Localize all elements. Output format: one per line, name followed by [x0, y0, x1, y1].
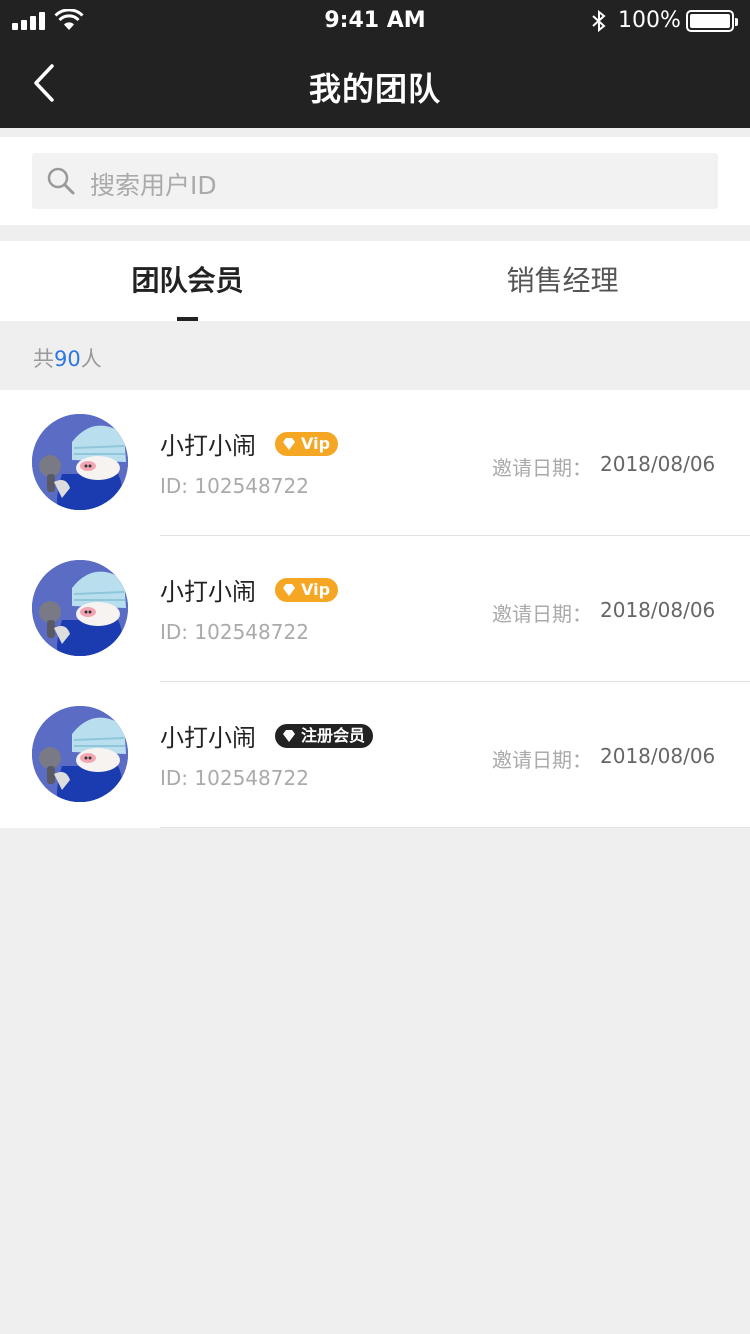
registered-badge: 注册会员 [275, 724, 374, 748]
badge-label: 注册会员 [301, 726, 366, 745]
row-divider [160, 827, 750, 828]
vip-badge: Vip [275, 432, 339, 456]
list-item[interactable]: 小打小闹 Vip ID: 102548722 邀请日期： 2018/08/06 [0, 390, 750, 536]
search-section: 搜索用户ID [0, 137, 750, 225]
badge-label: Vip [301, 580, 331, 599]
diamond-icon [283, 730, 295, 742]
header: 9:41 AM 100% 我的团队 [0, 0, 750, 128]
search-placeholder: 搜索用户ID [90, 171, 217, 200]
bluetooth-icon [592, 9, 606, 33]
member-id: ID: 102548722 [160, 474, 309, 498]
battery-icon [686, 10, 738, 32]
badge-label: Vip [301, 434, 331, 453]
list-item[interactable]: 小打小闹 注册会员 ID: 102548722 邀请日期： 2018/08/06 [0, 682, 750, 828]
invite-date: 2018/08/06 [600, 452, 716, 476]
tab-bar: 团队会员 销售经理 [0, 241, 750, 321]
member-name: 小打小闹 [160, 578, 256, 606]
list-item[interactable]: 小打小闹 Vip ID: 102548722 邀请日期： 2018/08/06 [0, 536, 750, 682]
member-name: 小打小闹 [160, 724, 256, 752]
vip-badge: Vip [275, 578, 339, 602]
search-icon [47, 167, 75, 195]
avatar [32, 414, 128, 510]
avatar [32, 706, 128, 802]
count-prefix: 共 [33, 347, 54, 371]
battery-percentage: 100% [618, 8, 681, 33]
member-name: 小打小闹 [160, 432, 256, 460]
member-count: 共90人 [33, 343, 102, 373]
count-suffix: 人 [80, 347, 102, 371]
page-title: 我的团队 [308, 70, 441, 108]
invite-date-label: 邀请日期： [492, 456, 592, 480]
member-id: ID: 102548722 [160, 766, 309, 790]
search-input[interactable]: 搜索用户ID [32, 153, 718, 209]
invite-date: 2018/08/06 [600, 744, 716, 768]
invite-date-label: 邀请日期： [492, 748, 592, 772]
diamond-icon [283, 438, 295, 450]
invite-date-label: 邀请日期： [492, 602, 592, 626]
member-count-bar: 共90人 [0, 321, 750, 390]
avatar [32, 560, 128, 656]
tab-team-members[interactable]: 团队会员 [0, 241, 375, 321]
status-bar: 9:41 AM 100% [0, 0, 750, 40]
nav-bar: 我的团队 [0, 40, 750, 128]
count-number: 90 [54, 347, 81, 371]
diamond-icon [283, 584, 295, 596]
member-id: ID: 102548722 [160, 620, 309, 644]
invite-date: 2018/08/06 [600, 598, 716, 622]
tab-sales-managers[interactable]: 销售经理 [375, 241, 750, 321]
member-list: 小打小闹 Vip ID: 102548722 邀请日期： 2018/08/06 … [0, 390, 750, 828]
